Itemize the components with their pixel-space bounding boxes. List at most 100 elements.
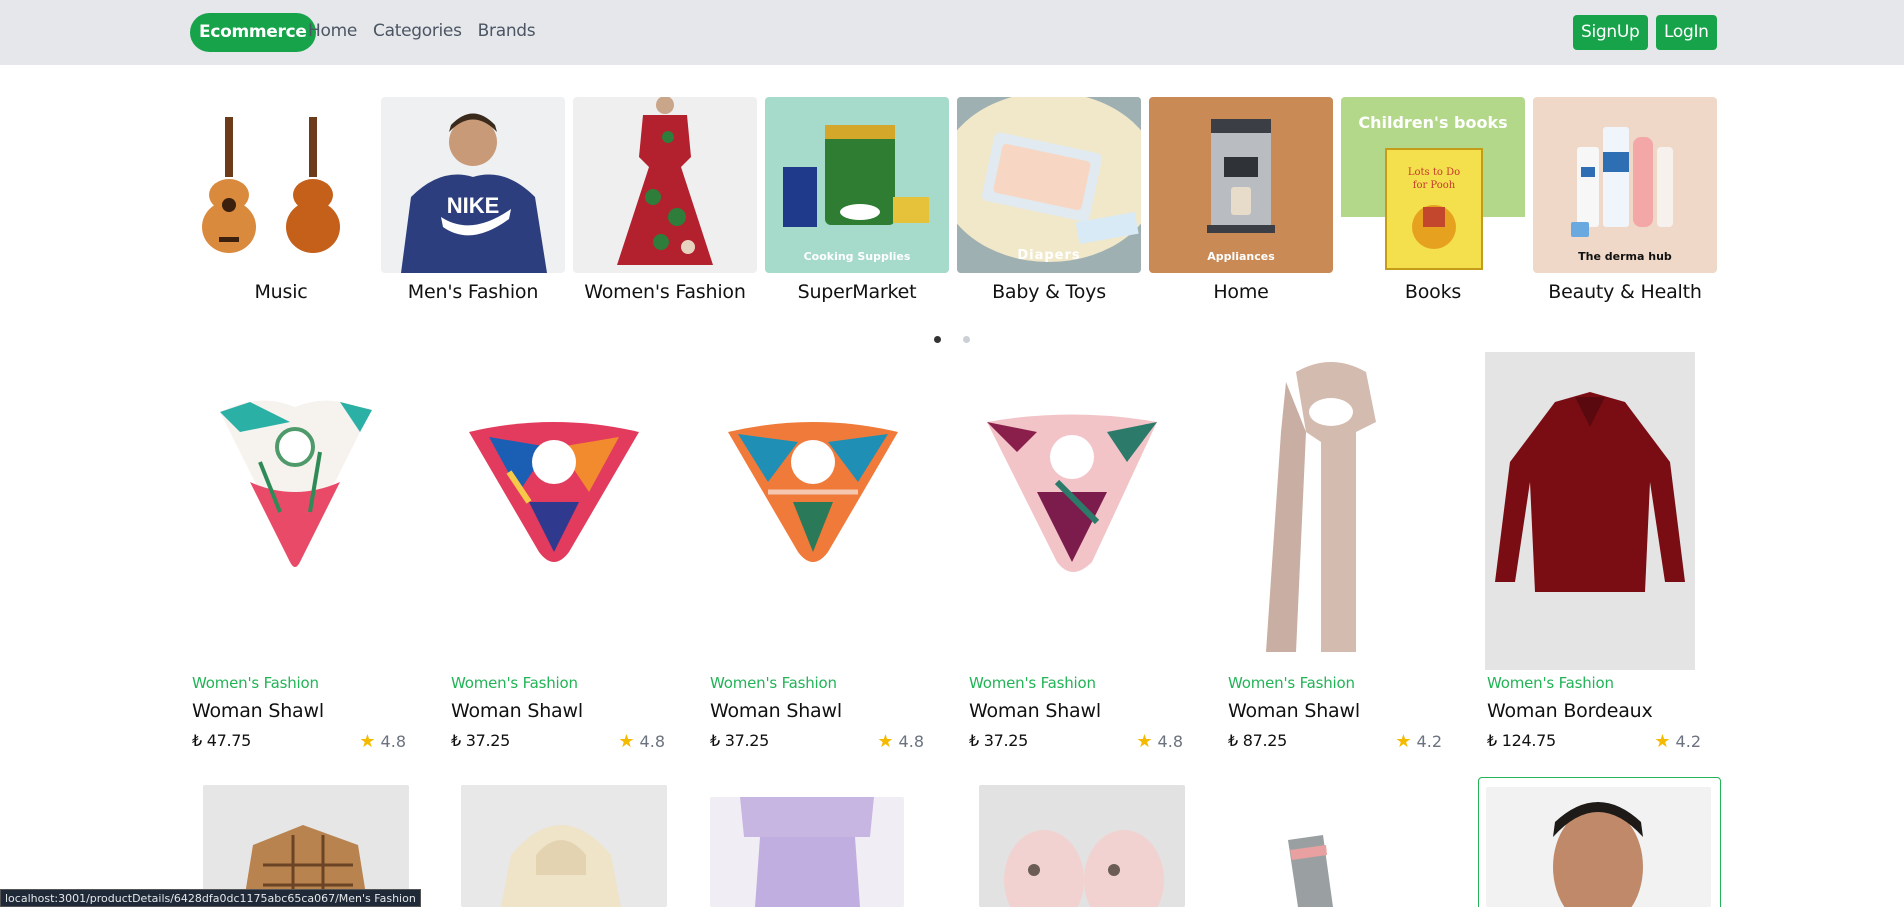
product-image[interactable]	[710, 797, 904, 907]
browser-status-url: localhost:3001/productDetails/6428dfa0dc…	[0, 889, 421, 907]
slider-pagination	[934, 336, 970, 343]
product-price: ₺ 47.75	[192, 731, 251, 750]
star-icon: ★	[618, 731, 635, 752]
category-image	[573, 97, 757, 273]
product-image[interactable]	[1486, 787, 1711, 907]
category-label: SuperMarket	[797, 281, 917, 303]
category-label: Home	[1213, 281, 1269, 303]
product-rating: ★ 4.8	[618, 731, 665, 752]
product-title: Woman Bordeaux	[1487, 700, 1653, 722]
product-rating: ★ 4.2	[1395, 731, 1442, 752]
product-image	[1485, 352, 1695, 670]
currency-symbol: ₺	[192, 731, 202, 750]
star-icon: ★	[877, 731, 894, 752]
rating-value: 4.2	[1416, 732, 1442, 751]
category-item-home[interactable]: Appliances Home	[1149, 97, 1333, 303]
product-price: ₺ 87.25	[1228, 731, 1287, 750]
product-card[interactable]: Women's Fashion Woman Shawl ₺ 47.75 ★ 4.…	[190, 352, 420, 752]
category-label: Music	[254, 281, 308, 303]
category-overlay-text: Children's books	[1358, 113, 1508, 132]
nav-links: Home Categories Brands	[308, 21, 536, 41]
product-title: Woman Shawl	[1228, 700, 1360, 722]
category-label: Beauty & Health	[1548, 281, 1702, 303]
currency-symbol: ₺	[969, 731, 979, 750]
category-image: NIKE	[381, 97, 565, 273]
rating-value: 4.8	[898, 732, 924, 751]
product-image[interactable]	[1248, 785, 1454, 907]
product-image	[449, 352, 659, 670]
product-card[interactable]: Women's Fashion Woman Shawl ₺ 37.25 ★ 4.…	[708, 352, 938, 752]
category-item-books[interactable]: Lots to Do for Pooh Children's books Boo…	[1341, 97, 1525, 303]
svg-text:for Pooh: for Pooh	[1413, 180, 1456, 191]
currency-symbol: ₺	[1228, 731, 1238, 750]
product-image	[967, 352, 1177, 670]
rating-value: 4.8	[1157, 732, 1183, 751]
category-label: Women's Fashion	[584, 281, 746, 303]
product-image[interactable]	[979, 785, 1185, 907]
price-value: 37.25	[983, 731, 1029, 750]
star-icon: ★	[1654, 731, 1671, 752]
product-image	[1226, 352, 1436, 670]
login-button[interactable]: LogIn	[1656, 15, 1717, 50]
star-icon: ★	[1136, 731, 1153, 752]
category-image: Appliances	[1149, 97, 1333, 273]
brand-logo[interactable]: Ecommerce	[190, 13, 316, 52]
currency-symbol: ₺	[451, 731, 461, 750]
product-rating: ★ 4.8	[359, 731, 406, 752]
product-price: ₺ 37.25	[710, 731, 769, 750]
category-label: Men's Fashion	[407, 281, 539, 303]
product-image	[708, 352, 918, 670]
category-item-music[interactable]: Music	[189, 97, 373, 303]
product-title: Woman Shawl	[451, 700, 583, 722]
product-card[interactable]: Women's Fashion Woman Shawl ₺ 37.25 ★ 4.…	[967, 352, 1197, 752]
product-card[interactable]: Women's Fashion Woman Shawl ₺ 37.25 ★ 4.…	[449, 352, 679, 752]
category-image: Lots to Do for Pooh Children's books	[1341, 97, 1525, 273]
price-value: 87.25	[1242, 731, 1288, 750]
signup-button[interactable]: SignUp	[1573, 15, 1648, 50]
svg-text:Lots to Do: Lots to Do	[1408, 167, 1460, 178]
product-category: Women's Fashion	[192, 674, 319, 692]
product-category: Women's Fashion	[710, 674, 837, 692]
category-overlay-text: The derma hub	[1578, 250, 1672, 263]
product-title: Woman Shawl	[710, 700, 842, 722]
category-overlay-text: Cooking Supplies	[803, 250, 911, 263]
slider-dot-2[interactable]	[963, 336, 970, 343]
product-rating: ★ 4.8	[1136, 731, 1183, 752]
category-overlay-text: Appliances	[1207, 250, 1275, 263]
product-category: Women's Fashion	[1228, 674, 1355, 692]
product-card[interactable]: Women's Fashion Woman Bordeaux ₺ 124.75 …	[1485, 352, 1715, 752]
price-value: 37.25	[724, 731, 770, 750]
price-value: 47.75	[206, 731, 252, 750]
category-image: Diapers	[957, 97, 1141, 273]
product-category: Women's Fashion	[451, 674, 578, 692]
product-price: ₺ 37.25	[451, 731, 510, 750]
product-image	[190, 352, 400, 670]
svg-text:NIKE: NIKE	[447, 193, 500, 218]
category-overlay-text: Diapers	[1017, 248, 1081, 263]
category-image	[189, 97, 373, 273]
nav-link-brands[interactable]: Brands	[478, 21, 536, 41]
product-rating: ★ 4.8	[877, 731, 924, 752]
category-item-womens-fashion[interactable]: Women's Fashion	[573, 97, 757, 303]
nav-link-categories[interactable]: Categories	[373, 21, 462, 41]
category-item-beauty-health[interactable]: The derma hub Beauty & Health	[1533, 97, 1717, 303]
currency-symbol: ₺	[1487, 731, 1497, 750]
category-item-baby-toys[interactable]: Diapers Baby & Toys	[957, 97, 1141, 303]
rating-value: 4.8	[380, 732, 406, 751]
category-image: The derma hub	[1533, 97, 1717, 273]
currency-symbol: ₺	[710, 731, 720, 750]
price-value: 124.75	[1501, 731, 1556, 750]
slider-dot-1[interactable]	[934, 336, 941, 343]
navbar: Ecommerce Home Categories Brands SignUp …	[0, 0, 1904, 65]
category-item-supermarket[interactable]: Cooking Supplies SuperMarket	[765, 97, 949, 303]
product-title: Woman Shawl	[969, 700, 1101, 722]
star-icon: ★	[359, 731, 376, 752]
product-category: Women's Fashion	[1487, 674, 1614, 692]
rating-value: 4.8	[639, 732, 665, 751]
nav-link-home[interactable]: Home	[308, 21, 357, 41]
product-price: ₺ 124.75	[1487, 731, 1556, 750]
product-image[interactable]	[461, 785, 667, 907]
category-item-mens-fashion[interactable]: NIKE Men's Fashion	[381, 97, 565, 303]
rating-value: 4.2	[1675, 732, 1701, 751]
product-card[interactable]: Women's Fashion Woman Shawl ₺ 87.25 ★ 4.…	[1226, 352, 1456, 752]
